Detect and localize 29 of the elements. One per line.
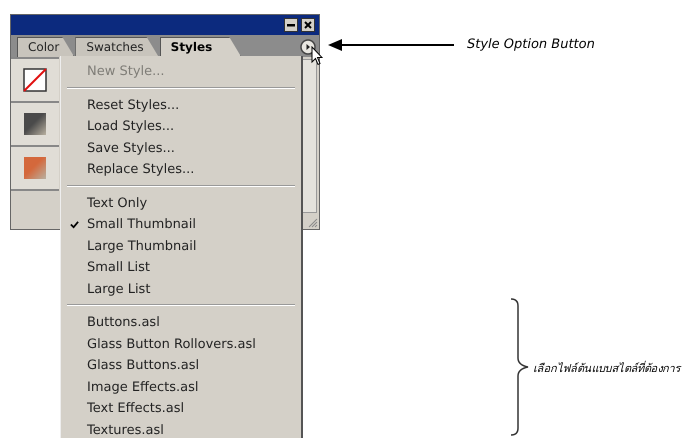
menu-item[interactable]: Small Thumbnail [87, 217, 196, 232]
menu-item[interactable]: Large Thumbnail [87, 238, 196, 254]
menu-item[interactable]: Text Effects.asl [87, 401, 184, 416]
swatch-tile[interactable] [11, 103, 59, 147]
menu-item[interactable]: Glass Buttons.asl [87, 358, 200, 374]
menu-item[interactable]: Replace Styles... [87, 162, 194, 178]
menu-item[interactable]: Reset Styles... [87, 98, 180, 113]
resize-grip-icon[interactable] [306, 216, 318, 228]
annotation-label: Style Option Button [467, 37, 595, 52]
tab[interactable]: Styles [160, 37, 242, 57]
no-style-icon [23, 68, 47, 92]
menu-item[interactable]: Textures.asl [87, 422, 164, 438]
minimize-icon[interactable] [284, 18, 298, 32]
close-icon[interactable] [301, 18, 315, 32]
scrollbar[interactable] [302, 59, 317, 213]
tab[interactable]: Swatches [75, 37, 159, 57]
menu-item[interactable]: Glass Button Rollovers.asl [87, 336, 256, 352]
annotation-label: เลือกไฟล์ต้นแบบสไตล์ที่ต้องการ [533, 360, 680, 377]
cursor-icon [311, 46, 323, 66]
menu-item[interactable]: Text Only [87, 196, 148, 211]
menu-item[interactable]: Save Styles... [87, 140, 175, 156]
menu-item[interactable]: Small List [87, 260, 150, 276]
tab[interactable]: Color [17, 37, 74, 57]
menu-item[interactable]: Load Styles... [87, 119, 174, 134]
menu-item[interactable]: Image Effects.asl [87, 380, 199, 395]
swatch-tile[interactable] [11, 147, 59, 191]
menu-item[interactable]: Buttons.asl [87, 315, 160, 330]
swatch-tile[interactable] [11, 59, 59, 103]
menu-item[interactable]: Large List [87, 282, 150, 297]
